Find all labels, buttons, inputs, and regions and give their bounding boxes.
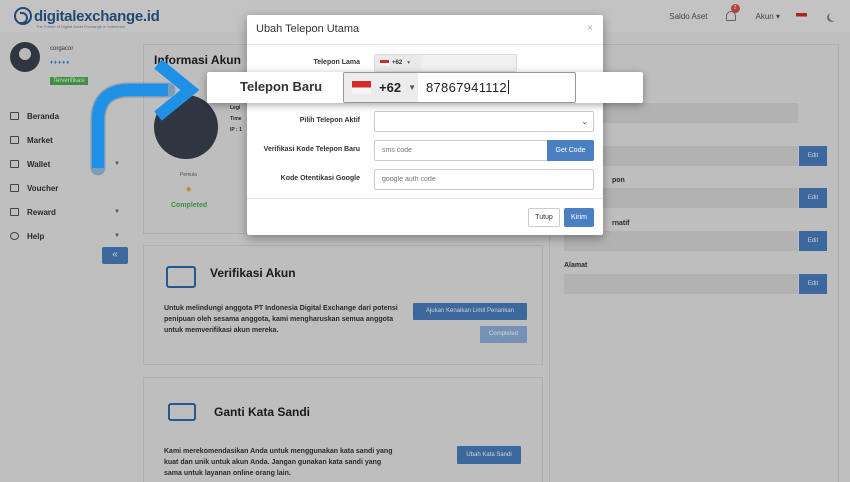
sms-code-label: Verifikasi Kode Telepon Baru (263, 146, 360, 153)
close-icon[interactable]: × (587, 23, 593, 34)
active-phone-label: Pilih Telepon Aktif (299, 117, 360, 124)
google-auth-input[interactable] (374, 169, 594, 190)
close-button[interactable]: Tutup (528, 208, 560, 227)
old-phone-label: Telepon Lama (313, 59, 360, 66)
new-phone-country-code: +62 (379, 80, 402, 95)
chevron-down-icon: ⌄ (581, 117, 588, 126)
new-phone-country-select[interactable]: +62 ▼ (344, 73, 418, 102)
new-phone-label: Telepon Baru (240, 79, 323, 94)
chevron-down-icon: ▼ (408, 83, 416, 92)
modal-footer: Tutup Kirim (247, 198, 603, 235)
get-code-button[interactable]: Get Code (547, 140, 594, 161)
new-phone-input[interactable]: 87867941112 (426, 80, 509, 95)
new-phone-field[interactable]: +62 ▼ 87867941112 (343, 72, 576, 103)
indonesia-flag-icon (380, 60, 389, 66)
submit-button[interactable]: Kirim (564, 208, 594, 227)
change-phone-modal: Ubah Telepon Utama × Telepon Lama +62 ▼ … (247, 15, 603, 235)
indonesia-flag-icon (352, 81, 371, 94)
active-phone-select[interactable]: ⌄ (374, 111, 594, 132)
modal-title: Ubah Telepon Utama (256, 23, 360, 35)
old-phone-country-code: +62 (392, 60, 403, 66)
curved-arrow-icon (90, 59, 200, 176)
text-cursor (507, 80, 509, 94)
chevron-down-icon: ▼ (406, 60, 412, 66)
old-phone-field: +62 ▼ (374, 54, 517, 72)
new-phone-value: 87867941112 (426, 80, 507, 95)
new-phone-zoom-callout: Telepon Baru +62 ▼ 87867941112 (207, 72, 643, 103)
old-phone-country-select: +62 ▼ (375, 55, 421, 71)
google-auth-label: Kode Otentikasi Google (280, 175, 360, 182)
sms-code-input[interactable] (374, 140, 548, 161)
modal-header: Ubah Telepon Utama × (247, 15, 603, 45)
